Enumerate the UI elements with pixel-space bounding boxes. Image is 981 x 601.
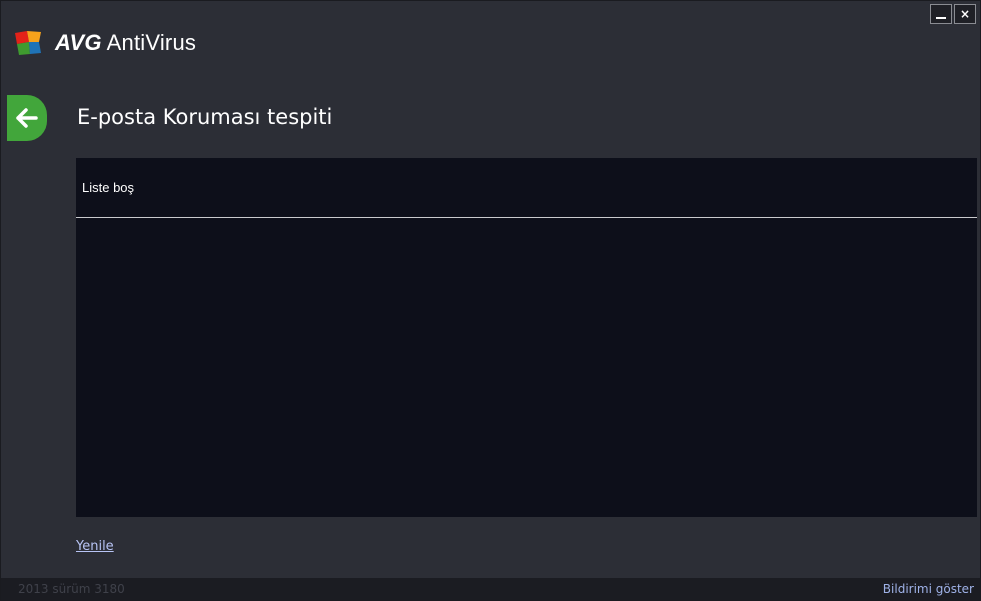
status-bar: 2013 sürüm 3180 Bildirimi göster <box>1 578 980 600</box>
app-window: × AVG AntiVirus E-posta Koruması tespiti … <box>0 0 981 601</box>
brand-product: AntiVirus <box>106 30 197 55</box>
arrow-left-icon <box>16 108 38 128</box>
detection-list[interactable]: Liste boş <box>76 158 977 517</box>
brand-bold: AVG <box>55 30 102 55</box>
close-button[interactable]: × <box>954 4 976 24</box>
avg-logo-icon <box>15 31 41 55</box>
show-notification-link[interactable]: Bildirimi göster <box>883 582 974 596</box>
minimize-icon <box>936 17 946 19</box>
list-empty-message: Liste boş <box>76 158 977 218</box>
version-text: 2013 sürüm 3180 <box>18 582 125 596</box>
app-brand: AVG AntiVirus <box>13 29 196 57</box>
app-name: AVG AntiVirus <box>55 30 196 56</box>
back-button[interactable] <box>7 95 47 141</box>
close-icon: × <box>959 7 971 21</box>
refresh-link[interactable]: Yenile <box>76 539 114 554</box>
window-controls: × <box>930 4 976 24</box>
page-title: E-posta Koruması tespiti <box>77 105 333 129</box>
minimize-button[interactable] <box>930 4 952 24</box>
